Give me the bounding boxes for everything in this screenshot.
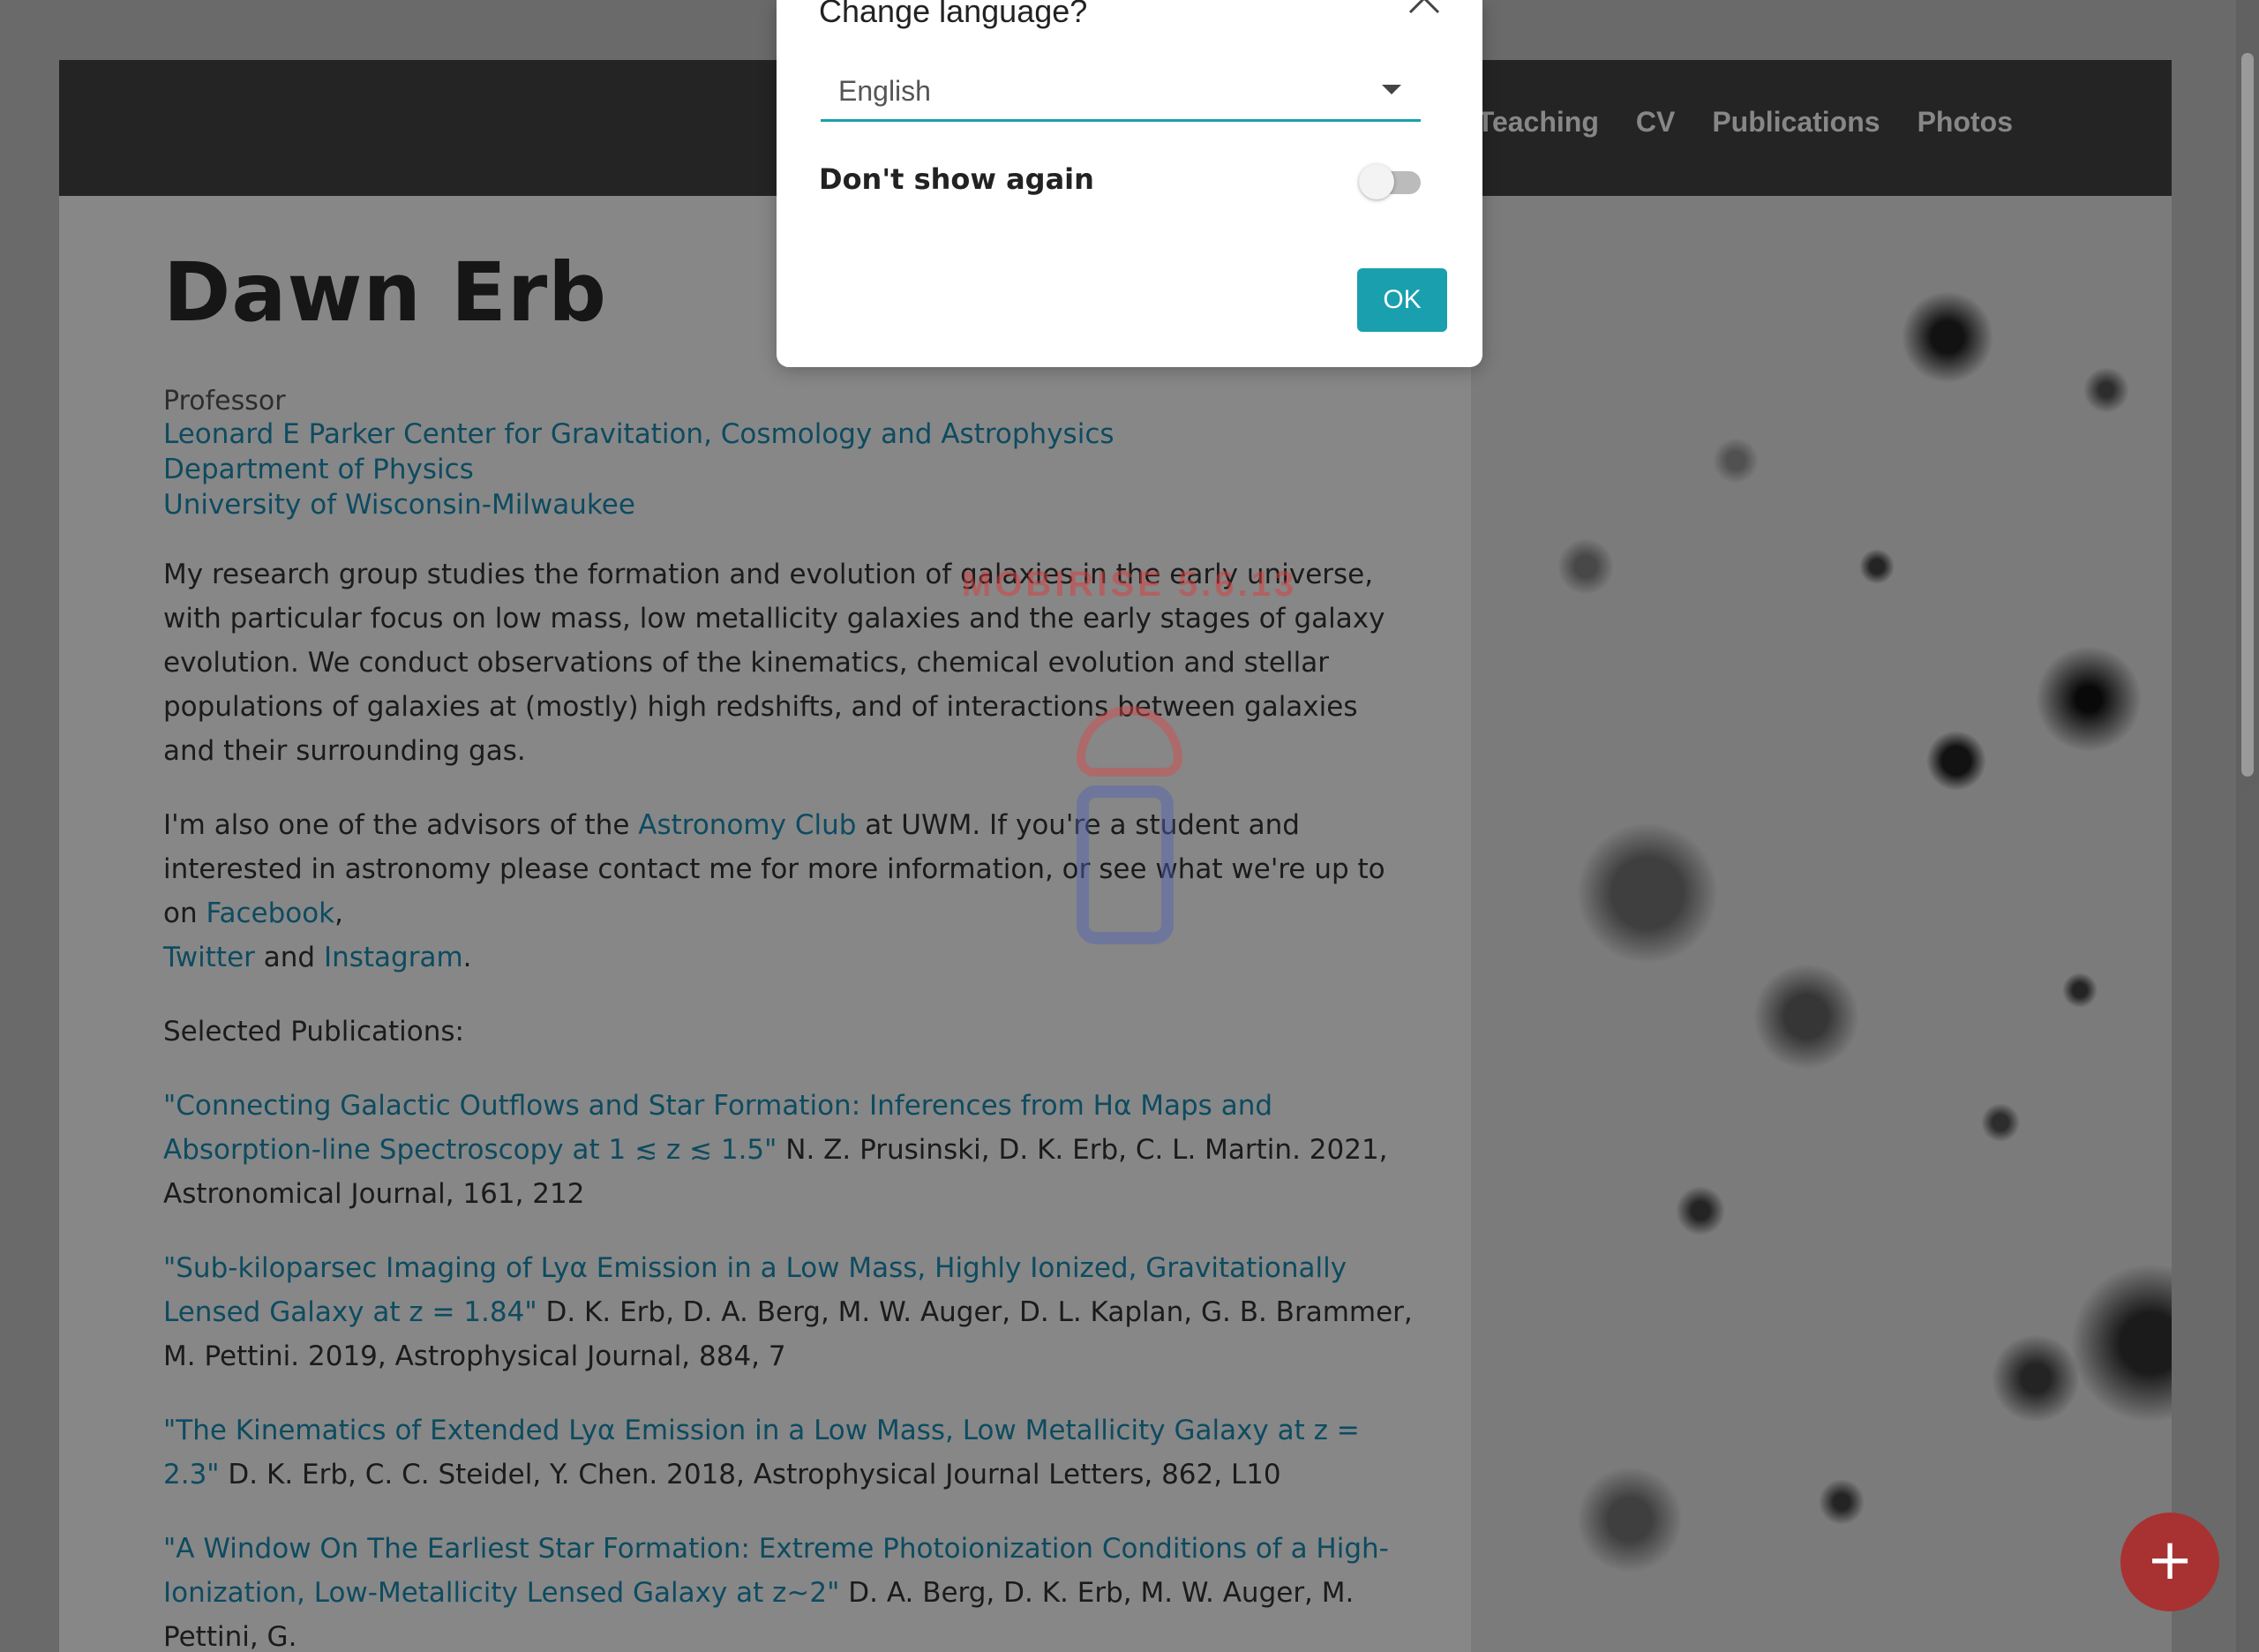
chevron-down-icon [1382, 85, 1401, 94]
close-icon[interactable] [1408, 0, 1440, 21]
dont-show-toggle[interactable] [1359, 164, 1422, 199]
ok-button[interactable]: OK [1357, 268, 1447, 332]
phone-icon [1077, 785, 1174, 944]
add-fab-button[interactable]: + [2120, 1513, 2219, 1611]
language-select-value: English [838, 75, 931, 107]
language-select[interactable]: English [821, 64, 1421, 122]
language-modal: Change language? English Don't show agai… [777, 0, 1482, 367]
mobirise-watermark: MOBIRISE 5.6.13 [962, 565, 1298, 604]
dont-show-label: Don't show again [819, 162, 1094, 196]
scrollbar-thumb[interactable] [2241, 53, 2254, 777]
toggle-knob [1359, 164, 1394, 199]
scrollbar[interactable] [2236, 0, 2259, 1652]
modal-title: Change language? [819, 0, 1088, 29]
